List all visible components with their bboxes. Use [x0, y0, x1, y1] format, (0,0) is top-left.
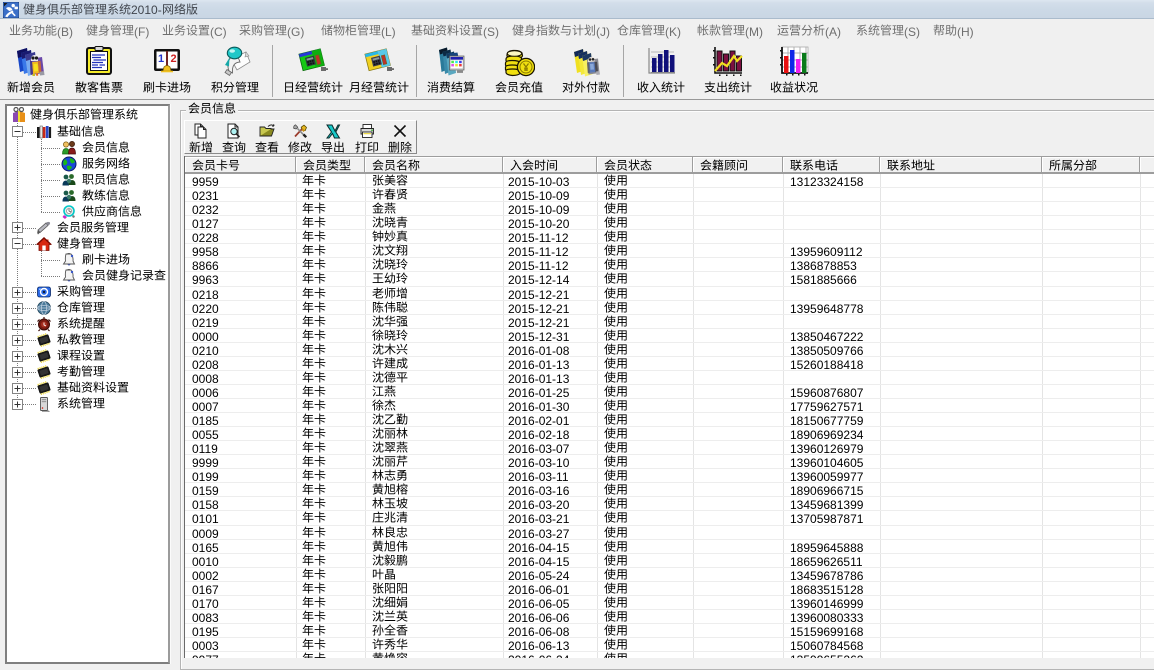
svg-text:2: 2	[171, 53, 177, 65]
